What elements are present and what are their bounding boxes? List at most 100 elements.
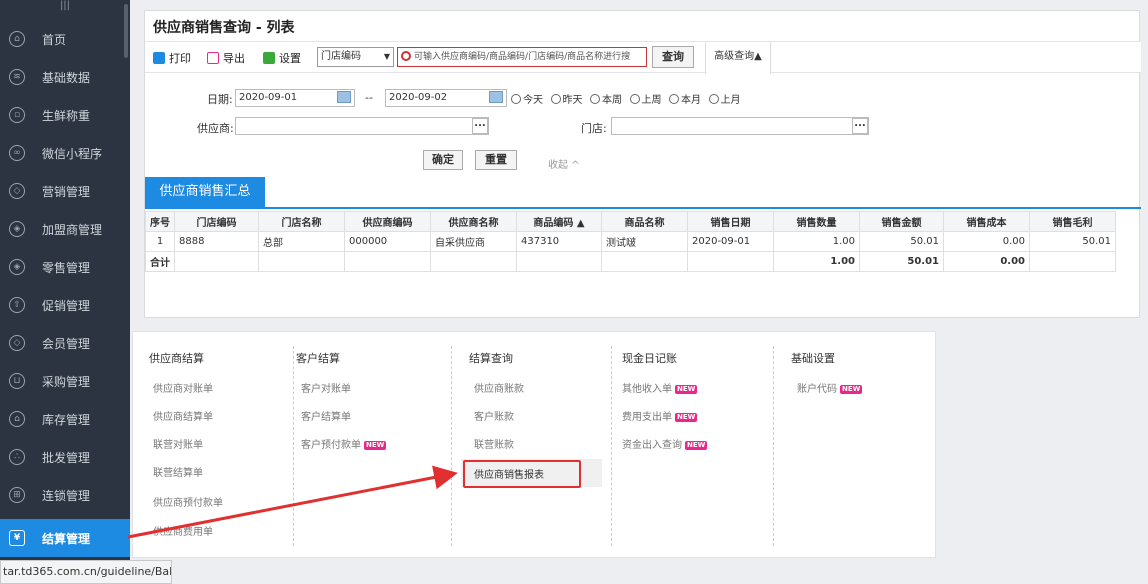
menu-item-supplier-expense[interactable]: 供应商费用单 (153, 523, 213, 538)
reset-button[interactable]: 重置 (475, 150, 517, 170)
menu-item-customer-prepayment[interactable]: 客户预付款单 NEW (301, 436, 387, 451)
menu-item-fund-flow-query[interactable]: 资金出入查询 NEW (622, 436, 708, 451)
cell-product-code: 437310 (516, 231, 602, 252)
cell-supplier-name: 自采供应商 (430, 231, 517, 252)
menu-item-supplier-statement[interactable]: 供应商对账单 (153, 380, 213, 395)
sidebar-item-retail[interactable]: ◈ 零售管理 (0, 248, 130, 286)
edit-icon (263, 52, 275, 64)
calendar-icon[interactable] (489, 91, 503, 103)
sales-table: 序号 门店编码 门店名称 供应商编码 供应商名称 商品编码 ▲ 商品名称 销售日… (145, 211, 1116, 272)
col-sale-date[interactable]: 销售日期 (687, 211, 774, 232)
export-icon (207, 52, 219, 64)
store-label: 门店: (581, 122, 607, 135)
chevron-down-icon: ▼ (383, 52, 390, 61)
col-sale-qty[interactable]: 销售数量 (773, 211, 860, 232)
settings-button[interactable]: 设置 (263, 48, 301, 68)
supplier-picker-button[interactable]: ... (472, 118, 488, 134)
calendar-icon[interactable] (337, 91, 351, 103)
column-divider (611, 346, 612, 546)
menu-item-joint-settlement[interactable]: 联营结算单 (153, 464, 203, 479)
radio-today[interactable]: 今天 (511, 91, 543, 106)
menu-toggle-icon[interactable]: ||| (0, 0, 130, 16)
table-row[interactable]: 1 8888 总部 000000 自采供应商 437310 测试啵 2020-0… (145, 231, 1116, 252)
col-supplier-name[interactable]: 供应商名称 (430, 211, 517, 232)
radio-last-week[interactable]: 上周 (629, 91, 662, 106)
sidebar-item-franchisee[interactable]: ◈ 加盟商管理 (0, 210, 130, 248)
search-field-select[interactable]: 门店编码 ▼ (317, 47, 394, 67)
diamond-icon: ◇ (9, 335, 25, 351)
menu-item-supplier-prepayment[interactable]: 供应商预付款单 (153, 494, 223, 509)
store-input[interactable] (611, 117, 869, 135)
warehouse-icon: ⌂ (9, 411, 25, 427)
menu-item-customer-statement[interactable]: 客户对账单 (301, 380, 351, 395)
col-seq[interactable]: 序号 (145, 211, 175, 232)
home-icon: ⌂ (9, 31, 25, 47)
col-supplier-code[interactable]: 供应商编码 (344, 211, 431, 232)
col-sale-amount[interactable]: 销售金额 (859, 211, 944, 232)
col-sale-cost[interactable]: 销售成本 (943, 211, 1030, 232)
supplier-input[interactable] (235, 117, 489, 135)
sidebar-item-promotion[interactable]: ⇧ 促销管理 (0, 286, 130, 324)
radio-last-month[interactable]: 上月 (708, 91, 741, 106)
radio-this-week[interactable]: 本周 (590, 91, 622, 106)
radio-this-month[interactable]: 本月 (669, 91, 701, 106)
cell-sale-qty: 1.00 (773, 231, 860, 252)
col-store-name[interactable]: 门店名称 (258, 211, 345, 232)
diamond-icon: ◇ (9, 183, 25, 199)
scale-icon: ▫ (9, 107, 25, 123)
menu-item-account-code[interactable]: 账户代码 NEW (797, 380, 863, 395)
sidebar: ||| ⌂ 首页 ≋ 基础数据 ▫ 生鲜称重 ∞ 微信小程序 ◇ 营销管理 ◈ 加盟商管理 … (0, 0, 130, 584)
menu-item-supplier-accounts[interactable]: 供应商账款 (474, 380, 524, 395)
sidebar-item-marketing[interactable]: ◇ 营销管理 (0, 172, 130, 210)
store-picker-button[interactable]: ... (852, 118, 868, 134)
yen-icon: ¥ (9, 530, 25, 546)
table-total-row: 合计 1.00 50.01 0.00 (145, 251, 1116, 272)
export-button[interactable]: 导出 (207, 48, 245, 68)
supplier-label: 供应商: (197, 122, 234, 135)
menu-item-joint-accounts[interactable]: 联营账款 (474, 436, 514, 451)
sidebar-item-chain[interactable]: ⊞ 连锁管理 (0, 476, 130, 514)
sidebar-item-wholesale[interactable]: ∴ 批发管理 (0, 438, 130, 476)
menu-item-customer-settlement[interactable]: 客户结算单 (301, 408, 351, 423)
browser-status-bar: tar.td365.com.cn/guideline/Balance (0, 560, 172, 584)
menu-item-other-income[interactable]: 其他收入单 NEW (622, 380, 698, 395)
col-gross-profit[interactable]: 销售毛利 (1029, 211, 1116, 232)
sidebar-item-fresh-weighing[interactable]: ▫ 生鲜称重 (0, 96, 130, 134)
cell-product-name: 测试啵 (601, 231, 688, 252)
sidebar-item-settlement[interactable]: ¥ 结算管理 (0, 519, 130, 557)
print-button[interactable]: 打印 (153, 48, 191, 68)
col-product-name[interactable]: 商品名称 (601, 211, 688, 232)
query-button[interactable]: 查询 (652, 46, 694, 68)
radio-yesterday[interactable]: 昨天 (550, 91, 583, 106)
printer-icon (153, 52, 165, 64)
search-input[interactable]: 可输入供应商编码/商品编码/门店编码/商品名称进行搜 (397, 47, 647, 67)
cell-seq: 1 (145, 231, 175, 252)
cell-sale-date: 2020-09-01 (687, 231, 774, 252)
cell-store-name: 总部 (258, 231, 345, 252)
sidebar-item-member[interactable]: ◇ 会员管理 (0, 324, 130, 362)
confirm-button[interactable]: 确定 (423, 150, 463, 170)
tag-icon: ◈ (9, 221, 25, 237)
total-qty: 1.00 (773, 251, 860, 272)
sidebar-item-purchase[interactable]: ⊔ 采购管理 (0, 362, 130, 400)
cart-icon: ⊔ (9, 373, 25, 389)
menu-item-joint-statement[interactable]: 联营对账单 (153, 436, 203, 451)
new-badge: NEW (364, 440, 387, 450)
menu-column-title: 基础设置 (791, 352, 835, 365)
col-store-code[interactable]: 门店编码 (174, 211, 259, 232)
advanced-query-button[interactable]: 高级查询▲ (705, 42, 771, 74)
menu-item-expense-payment[interactable]: 费用支出单 NEW (622, 408, 698, 423)
menu-item-supplier-settlement[interactable]: 供应商结算单 (153, 408, 213, 423)
sidebar-item-base-data[interactable]: ≋ 基础数据 (0, 58, 130, 96)
sidebar-item-home[interactable]: ⌂ 首页 (0, 20, 130, 58)
column-divider (293, 346, 294, 546)
sidebar-item-wechat-miniprogram[interactable]: ∞ 微信小程序 (0, 134, 130, 172)
col-product-code[interactable]: 商品编码 ▲ (516, 211, 602, 232)
cell-gross-profit: 50.01 (1029, 231, 1116, 252)
date-quick-radios: 今天 昨天 本周 上周 本月 上月 (511, 91, 745, 107)
tab-supplier-sales-summary[interactable]: 供应商销售汇总 (145, 177, 265, 207)
menu-item-customer-accounts[interactable]: 客户账款 (474, 408, 514, 423)
sidebar-item-inventory[interactable]: ⌂ 库存管理 (0, 400, 130, 438)
collapse-link[interactable]: 收起 ^ (548, 156, 580, 171)
new-badge: NEW (675, 384, 698, 394)
